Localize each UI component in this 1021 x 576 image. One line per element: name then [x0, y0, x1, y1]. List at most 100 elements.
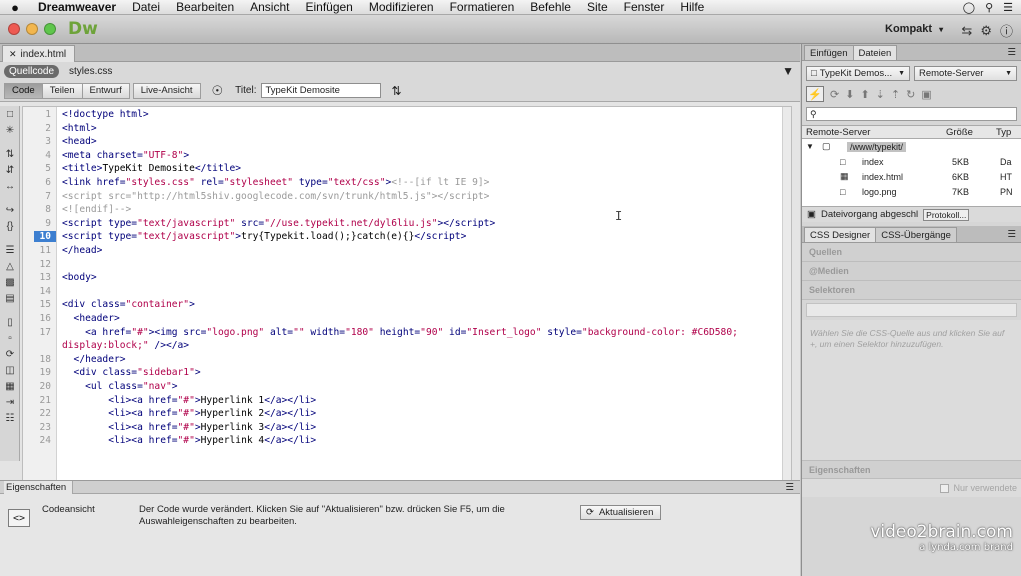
menu-modifizieren[interactable]: Modifizieren [361, 0, 442, 14]
panel-menu-icon[interactable]: ☰ [1007, 229, 1016, 240]
section-sources[interactable]: Quellen [802, 243, 1021, 262]
close-window-button[interactable] [8, 23, 20, 35]
menu-einfuegen[interactable]: Einfügen [297, 0, 360, 14]
line-number: 2 [45, 122, 51, 134]
sync-settings-icon[interactable]: ⇆ [961, 23, 972, 39]
tab-insert[interactable]: Einfügen [804, 45, 854, 60]
file-row[interactable]: □ logo.png 7KB PN [802, 184, 1021, 199]
files-search-input[interactable]: ⚲ [806, 107, 1017, 121]
apple-icon[interactable]: ● [0, 0, 30, 15]
menu-datei[interactable]: Datei [124, 0, 168, 14]
related-file-styles[interactable]: styles.css [69, 66, 112, 77]
tab-css-transitions[interactable]: CSS-Übergänge [875, 227, 957, 242]
move-css-icon[interactable]: ▦ [0, 378, 20, 394]
highlight-invalid-icon[interactable]: △ [0, 258, 20, 274]
file-row[interactable]: □ index 5KB Da [802, 154, 1021, 169]
wrap-tag-icon[interactable]: ⟳ [0, 346, 20, 362]
syntax-error-icon[interactable]: ▩ [0, 274, 20, 290]
code-view-button[interactable]: Code [4, 82, 43, 99]
synchronize-icon[interactable]: ↻ [906, 88, 915, 101]
menu-site[interactable]: Site [579, 0, 616, 14]
balance-braces-icon[interactable]: {} [0, 218, 20, 234]
section-selectors[interactable]: Selektoren [802, 281, 1021, 300]
menu-formatieren[interactable]: Formatieren [442, 0, 523, 14]
properties-panel: Eigenschaften ☰ <> Codeansicht Der Code … [0, 480, 800, 576]
comment-icon[interactable]: ▯ [0, 314, 20, 330]
file-management-icon[interactable]: ⇅ [391, 84, 401, 98]
preview-globe-icon[interactable]: ☉ [212, 83, 224, 99]
line-numbers-icon[interactable]: ☰ [0, 242, 20, 258]
collapse-tag-icon[interactable]: ⇅ [0, 146, 20, 162]
zoom-window-button[interactable] [44, 23, 56, 35]
menu-dreamweaver[interactable]: Dreamweaver [30, 0, 124, 14]
line-number: 4 [45, 149, 51, 161]
select-parent-tag-icon[interactable]: ↪ [0, 202, 20, 218]
section-media[interactable]: @Medien [802, 262, 1021, 281]
collapse-selection-icon[interactable]: ⇵ [0, 162, 20, 178]
tab-files[interactable]: Dateien [852, 45, 898, 60]
check-out-icon[interactable]: ⇣ [876, 88, 885, 101]
column-remote-server[interactable]: Remote-Server [802, 127, 942, 138]
line-number: 1 [45, 109, 51, 120]
filter-icon[interactable]: ▼ [782, 64, 794, 78]
source-code-button[interactable]: Quellcode [4, 64, 60, 78]
list-icon[interactable]: ☰ [1003, 1, 1013, 14]
line-number: 7 [45, 190, 51, 202]
column-type[interactable]: Typ [992, 127, 1011, 138]
refresh-icon[interactable]: ⟳ [830, 88, 839, 101]
menu-fenster[interactable]: Fenster [616, 0, 673, 14]
search-icon[interactable]: ⚲ [985, 1, 993, 14]
html-file-icon: ▦ [840, 171, 849, 181]
indent-icon[interactable]: ⇥ [0, 394, 20, 410]
close-icon[interactable]: ✕ [9, 49, 17, 60]
code-line: <script type="text/javascript" src="//us… [62, 217, 496, 229]
document-window: ✕ index.html Quellcode styles.css ▼ Code… [0, 44, 800, 500]
info-icon[interactable]: ⓘ [1000, 21, 1013, 40]
menu-bearbeiten[interactable]: Bearbeiten [168, 0, 242, 14]
menu-hilfe[interactable]: Hilfe [672, 0, 712, 14]
put-files-icon[interactable]: ⬆ [860, 88, 869, 101]
panel-menu-icon[interactable]: ☰ [1007, 47, 1016, 58]
file-name: index [862, 156, 884, 167]
tab-css-designer[interactable]: CSS Designer [804, 227, 877, 242]
log-button[interactable]: Protokoll... [923, 208, 970, 221]
word-wrap-icon[interactable]: ▤ [0, 290, 20, 306]
refresh-button[interactable]: ⟳ Aktualisieren [580, 505, 661, 520]
minimize-window-button[interactable] [26, 23, 38, 35]
code-editor[interactable]: 1 2 3 4 5 6 7 8 9 10 11 12 13 14 15 16 17 18 19 20 21 22 23 24 … [22, 106, 792, 491]
column-size[interactable]: Größe [942, 127, 992, 138]
site-select[interactable]: □ TypeKit Demos... ▼ [806, 66, 910, 81]
page-title-input[interactable]: TypeKit Demosite [261, 83, 382, 98]
menu-befehle[interactable]: Befehle [522, 0, 579, 14]
expand-all-icon[interactable]: ↔ [0, 178, 20, 194]
expand-panel-icon[interactable]: ▣ [921, 88, 931, 101]
connect-icon[interactable]: ⚡ [806, 86, 824, 102]
open-documents-icon[interactable]: □ [0, 106, 20, 122]
folder-row[interactable]: ▼ ▢ /www/typekit/ [802, 139, 1021, 154]
right-panel: Einfügen Dateien ☰ □ TypeKit Demos... ▼ Re… [801, 44, 1021, 576]
workspace-switcher[interactable]: Kompakt ▾ [885, 23, 943, 35]
section-properties[interactable]: Eigenschaften [802, 460, 1021, 479]
snippets-icon[interactable]: ◫ [0, 362, 20, 378]
selector-filter-input[interactable] [806, 303, 1017, 317]
panel-menu-icon[interactable]: ☰ [785, 482, 794, 493]
settings-icon[interactable]: ⚙ [980, 23, 992, 39]
menu-ansicht[interactable]: Ansicht [242, 0, 297, 14]
format-source-icon[interactable]: ☷ [0, 410, 20, 426]
chevron-down-icon[interactable]: ▼ [806, 142, 814, 151]
properties-tab[interactable]: Eigenschaften [4, 480, 74, 494]
server-select[interactable]: Remote-Server ▼ [914, 66, 1017, 81]
get-files-icon[interactable]: ⬇ [845, 88, 854, 101]
file-row[interactable]: ▦ index.html 6KB HT [802, 169, 1021, 184]
show-set-checkbox[interactable] [940, 483, 950, 493]
creative-cloud-icon[interactable]: ◯ [963, 1, 975, 14]
code-line: <script type="text/javascript">try{Typek… [62, 231, 467, 243]
vertical-scrollbar[interactable] [782, 107, 791, 490]
document-tab[interactable]: ✕ index.html [2, 45, 76, 62]
split-view-button[interactable]: Teilen [41, 82, 83, 99]
remove-comment-icon[interactable]: ▫ [0, 330, 20, 346]
live-view-button[interactable]: Live-Ansicht [132, 82, 201, 99]
design-view-button[interactable]: Entwurf [81, 82, 130, 99]
star-icon[interactable]: ✳ [0, 122, 20, 138]
check-in-icon[interactable]: ⇡ [891, 88, 900, 101]
